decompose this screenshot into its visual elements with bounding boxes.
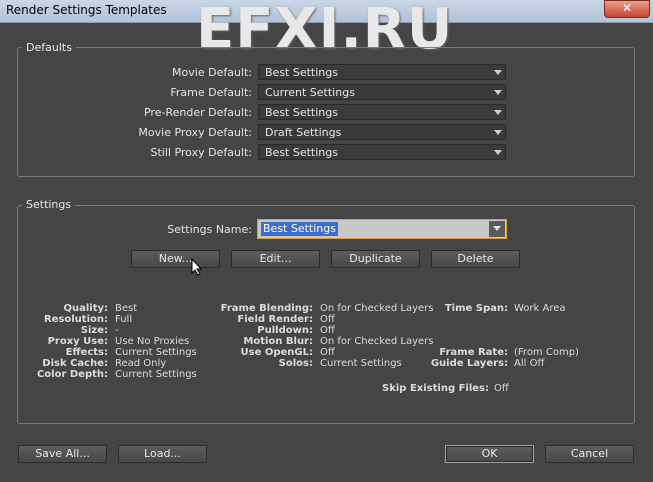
pre-render-default-label: Pre-Render Default: <box>143 106 252 119</box>
summary-label: Frame Blending: <box>220 303 313 314</box>
summary-value: - <box>115 325 119 336</box>
settings-name-field[interactable]: Best Settings <box>257 219 507 239</box>
summary-value: Off <box>320 325 335 336</box>
summary-value: Off <box>320 347 335 358</box>
still-proxy-default-label: Still Proxy Default: <box>150 146 253 159</box>
summary-value: Current Settings <box>115 347 197 358</box>
summary-value: Current Settings <box>115 369 197 380</box>
summary-value: On for Checked Layers <box>320 303 434 314</box>
summary-value: Best <box>115 303 138 314</box>
movie-proxy-default-dropdown[interactable]: Draft Settings <box>258 124 506 140</box>
settings-legend: Settings <box>22 198 76 211</box>
close-button[interactable]: ✕ <box>604 0 650 18</box>
load-button[interactable]: Load... <box>118 445 207 463</box>
time-span-label: Time Span: <box>444 303 508 314</box>
summary-value: Off <box>320 314 335 325</box>
pre-render-default-dropdown[interactable]: Best Settings <box>258 104 506 120</box>
cancel-button[interactable]: Cancel <box>545 445 634 463</box>
chevron-down-icon <box>493 67 503 77</box>
still-proxy-default-value: Best Settings <box>265 146 338 159</box>
chevron-down-icon <box>493 147 503 157</box>
defaults-legend: Defaults <box>22 41 76 54</box>
chevron-down-icon <box>493 87 503 97</box>
summary-value: Current Settings <box>320 358 402 369</box>
chevron-down-icon <box>493 107 503 117</box>
movie-default-label: Movie Default: <box>172 66 252 79</box>
chevron-down-icon[interactable] <box>489 221 505 237</box>
skip-existing-value: Off <box>494 383 509 394</box>
movie-proxy-default-value: Draft Settings <box>265 126 342 139</box>
movie-proxy-default-label: Movie Proxy Default: <box>138 126 252 139</box>
summary-label: Size: <box>80 325 108 336</box>
edit-button[interactable]: Edit... <box>231 250 320 268</box>
settings-name-label: Settings Name: <box>167 223 252 236</box>
frame-default-dropdown[interactable]: Current Settings <box>258 84 506 100</box>
movie-default-dropdown[interactable]: Best Settings <box>258 64 506 80</box>
summary-value: Read Only <box>115 358 167 369</box>
movie-default-value: Best Settings <box>265 66 338 79</box>
summary-label: Pulldown: <box>257 325 313 336</box>
summary-value: On for Checked Layers <box>320 336 434 347</box>
summary-label: Motion Blur: <box>243 336 313 347</box>
summary-label: Effects: <box>65 347 108 358</box>
frame-default-label: Frame Default: <box>170 86 252 99</box>
summary-value: Use No Proxies <box>115 336 190 347</box>
ok-button[interactable]: OK <box>445 445 534 463</box>
summary-label: Solos: <box>278 358 313 369</box>
summary-label: Disk Cache: <box>42 358 108 369</box>
chevron-down-icon <box>493 127 503 137</box>
summary-label: Color Depth: <box>36 369 108 380</box>
delete-button[interactable]: Delete <box>431 250 520 268</box>
summary-label: Field Render: <box>237 314 313 325</box>
summary-label: Quality: <box>63 303 108 314</box>
pre-render-default-value: Best Settings <box>265 106 338 119</box>
frame-rate-value: (From Comp) <box>514 347 579 358</box>
guide-layers-value: All Off <box>514 358 545 369</box>
summary-label: Resolution: <box>43 314 108 325</box>
still-proxy-default-dropdown[interactable]: Best Settings <box>258 144 506 160</box>
time-span-value: Work Area <box>514 303 566 314</box>
duplicate-button[interactable]: Duplicate <box>331 250 420 268</box>
window-title: Render Settings Templates <box>6 3 167 17</box>
guide-layers-label: Guide Layers: <box>430 358 508 369</box>
settings-name-value: Best Settings <box>261 222 338 236</box>
summary-value: Full <box>115 314 133 325</box>
mouse-cursor-icon <box>191 258 203 276</box>
new-button[interactable]: New... <box>131 250 220 268</box>
frame-default-value: Current Settings <box>265 86 355 99</box>
summary-label: Proxy Use: <box>47 336 108 347</box>
frame-rate-label: Frame Rate: <box>439 347 508 358</box>
skip-existing-label: Skip Existing Files: <box>382 383 489 394</box>
summary-label: Use OpenGL: <box>240 347 313 358</box>
save-all-button[interactable]: Save All... <box>18 445 107 463</box>
